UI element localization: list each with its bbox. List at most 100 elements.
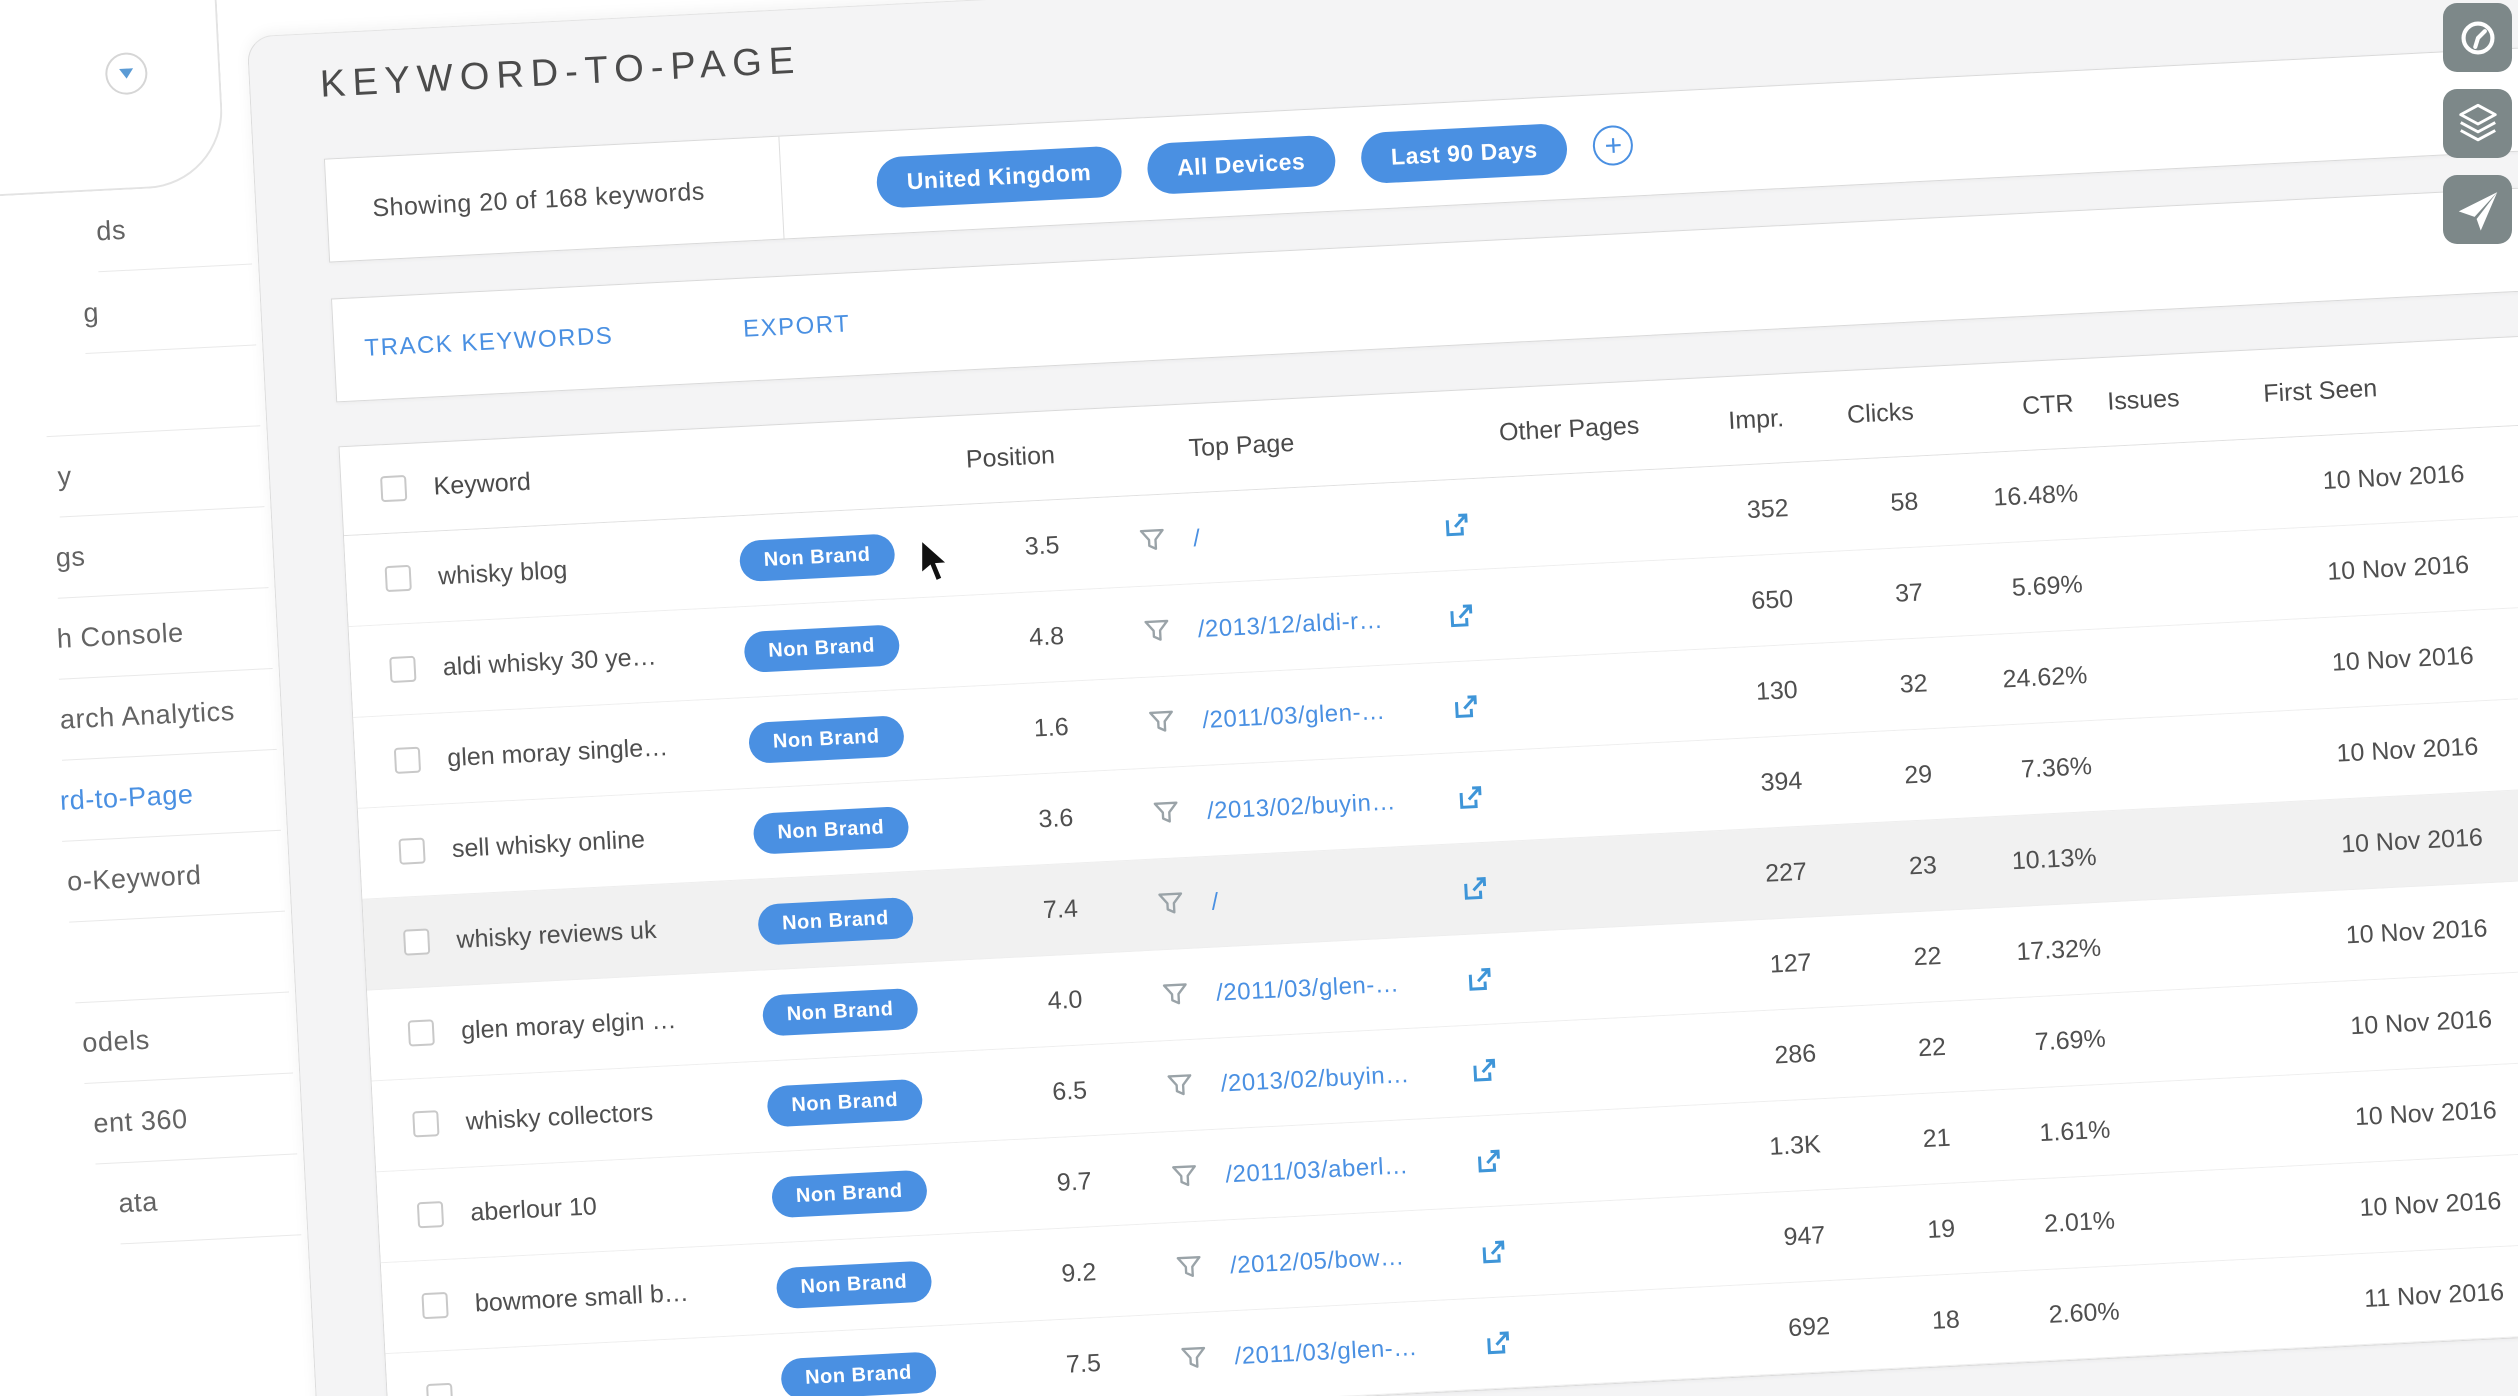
external-link-icon[interactable] [1446, 600, 1477, 631]
external-link-icon[interactable] [1441, 509, 1472, 540]
sidebar-item[interactable]: o-Keyword [65, 831, 285, 923]
row-checkbox[interactable] [417, 1201, 444, 1228]
filter-funnel-icon[interactable] [1170, 1163, 1199, 1190]
sidebar-item[interactable]: y [56, 426, 265, 517]
filter-funnel-icon[interactable] [1161, 981, 1190, 1008]
sidebar-item[interactable]: rd-to-Page [58, 750, 281, 842]
top-page-link[interactable]: / [1193, 524, 1202, 551]
external-link-icon[interactable] [1483, 1327, 1514, 1358]
filter-funnel-icon[interactable] [1165, 1072, 1194, 1099]
export-button[interactable]: EXPORT [742, 310, 851, 343]
sidebar-item-label: g [83, 297, 100, 329]
impressions-cell: 692 [1699, 1312, 1830, 1348]
filter-funnel-icon[interactable] [1147, 708, 1176, 735]
issues-cell [2120, 1304, 2260, 1311]
issues-cell [2106, 1032, 2246, 1039]
sidebar-collapse-panel [0, 0, 226, 203]
issues-cell [2101, 941, 2241, 948]
top-page-link[interactable]: /2011/03/glen-… [1216, 970, 1400, 1006]
col-clicks[interactable]: Clicks [1783, 397, 1914, 433]
first-seen-cell: 10 Nov 2016 [2222, 547, 2518, 592]
external-link-icon[interactable] [1464, 964, 1495, 995]
layers-button[interactable] [2443, 89, 2512, 158]
sidebar-item[interactable]: odels [80, 993, 293, 1084]
filter-funnel-icon[interactable] [1142, 617, 1171, 644]
filter-funnel-icon[interactable] [1174, 1254, 1203, 1281]
col-position[interactable]: Position [944, 441, 1055, 476]
col-top-page[interactable]: Top Page [1170, 422, 1421, 464]
send-button[interactable] [2443, 175, 2512, 244]
row-checkbox[interactable] [426, 1383, 453, 1396]
sidebar-item-label: gs [55, 541, 86, 573]
sidebar-item[interactable]: ds [94, 184, 252, 273]
row-checkbox[interactable] [385, 565, 412, 592]
position-cell: 3.6 [963, 803, 1074, 838]
sidebar-item[interactable]: g [81, 264, 256, 354]
col-impressions[interactable]: Impr. [1653, 404, 1784, 440]
history-button[interactable] [2443, 3, 2512, 72]
send-icon [2456, 188, 2500, 232]
ctr-cell: 7.69% [1945, 1024, 2106, 1061]
keyword-cell: bowmore small b… [456, 1274, 777, 1319]
external-link-icon[interactable] [1469, 1054, 1500, 1085]
track-keywords-button[interactable]: TRACK KEYWORDS [364, 322, 614, 363]
impressions-cell: 394 [1672, 766, 1803, 802]
ctr-cell: 2.60% [1959, 1297, 2120, 1334]
sidebar-item[interactable] [43, 345, 261, 437]
sidebar-item[interactable] [71, 912, 289, 1004]
sidebar-item[interactable]: arch Analytics [58, 669, 277, 761]
row-checkbox[interactable] [389, 656, 416, 683]
external-link-icon[interactable] [1478, 1236, 1509, 1267]
issues-cell [2115, 1213, 2255, 1220]
first-seen-cell: 10 Nov 2016 [2217, 456, 2518, 501]
row-checkbox[interactable] [408, 1019, 435, 1046]
brand-badge: Non Brand [771, 1169, 928, 1218]
row-checkbox[interactable] [412, 1110, 439, 1137]
row-checkbox[interactable] [421, 1292, 448, 1319]
filter-funnel-icon[interactable] [1151, 799, 1180, 826]
top-page-link[interactable]: /2011/03/glen-… [1234, 1333, 1418, 1369]
sidebar-item[interactable]: gs [54, 507, 269, 599]
other-pages-cell [1530, 1333, 1700, 1342]
sidebar-item[interactable]: h Console [55, 588, 273, 680]
filter-pill[interactable]: All Devices [1146, 134, 1337, 194]
impressions-cell: 650 [1662, 584, 1793, 620]
external-link-icon[interactable] [1460, 873, 1491, 904]
col-ctr[interactable]: CTR [1913, 389, 2074, 426]
select-all-checkbox[interactable] [380, 475, 407, 502]
row-checkbox[interactable] [403, 928, 430, 955]
col-issues[interactable]: Issues [2073, 382, 2214, 418]
chevron-down-icon [119, 68, 133, 79]
external-link-icon[interactable] [1455, 782, 1486, 813]
top-page-link[interactable]: /2013/02/buyin… [1206, 788, 1396, 825]
top-page-link[interactable]: /2013/12/aldi-r… [1197, 606, 1384, 642]
filter-funnel-icon[interactable] [1156, 890, 1185, 917]
ctr-cell: 24.62% [1927, 661, 2088, 698]
filter-pill[interactable]: United Kingdom [876, 145, 1123, 208]
filter-funnel-icon[interactable] [1138, 527, 1167, 554]
filter-funnel-icon[interactable] [1179, 1345, 1208, 1372]
top-page-link[interactable]: /2011/03/glen-… [1202, 697, 1386, 733]
position-cell: 1.6 [958, 712, 1069, 747]
add-filter-button[interactable]: + [1592, 124, 1634, 166]
ctr-cell: 17.32% [1941, 933, 2102, 970]
top-page-link[interactable]: /2013/02/buyin… [1220, 1060, 1410, 1097]
row-checkbox[interactable] [398, 838, 425, 865]
clicks-cell: 58 [1788, 487, 1919, 523]
sidebar-item[interactable]: ent 360 [91, 1073, 297, 1164]
impressions-cell: 947 [1695, 1221, 1826, 1257]
top-page-link[interactable]: /2012/05/bow… [1229, 1243, 1405, 1279]
collapse-button[interactable] [104, 52, 148, 96]
top-page-link[interactable]: /2011/03/aberl… [1225, 1152, 1409, 1188]
col-keyword[interactable]: Keyword [415, 457, 736, 502]
sidebar-item[interactable]: ata [116, 1154, 301, 1244]
external-link-icon[interactable] [1473, 1145, 1504, 1176]
brand-badge: Non Brand [739, 533, 896, 582]
filter-pill[interactable]: Last 90 Days [1360, 122, 1569, 183]
col-other-pages[interactable]: Other Pages [1484, 410, 1655, 448]
external-link-icon[interactable] [1450, 691, 1481, 722]
top-page-link[interactable]: / [1211, 888, 1220, 915]
ctr-cell: 1.61% [1950, 1115, 2111, 1152]
col-first-seen[interactable]: First Seen [2213, 366, 2518, 411]
row-checkbox[interactable] [394, 747, 421, 774]
